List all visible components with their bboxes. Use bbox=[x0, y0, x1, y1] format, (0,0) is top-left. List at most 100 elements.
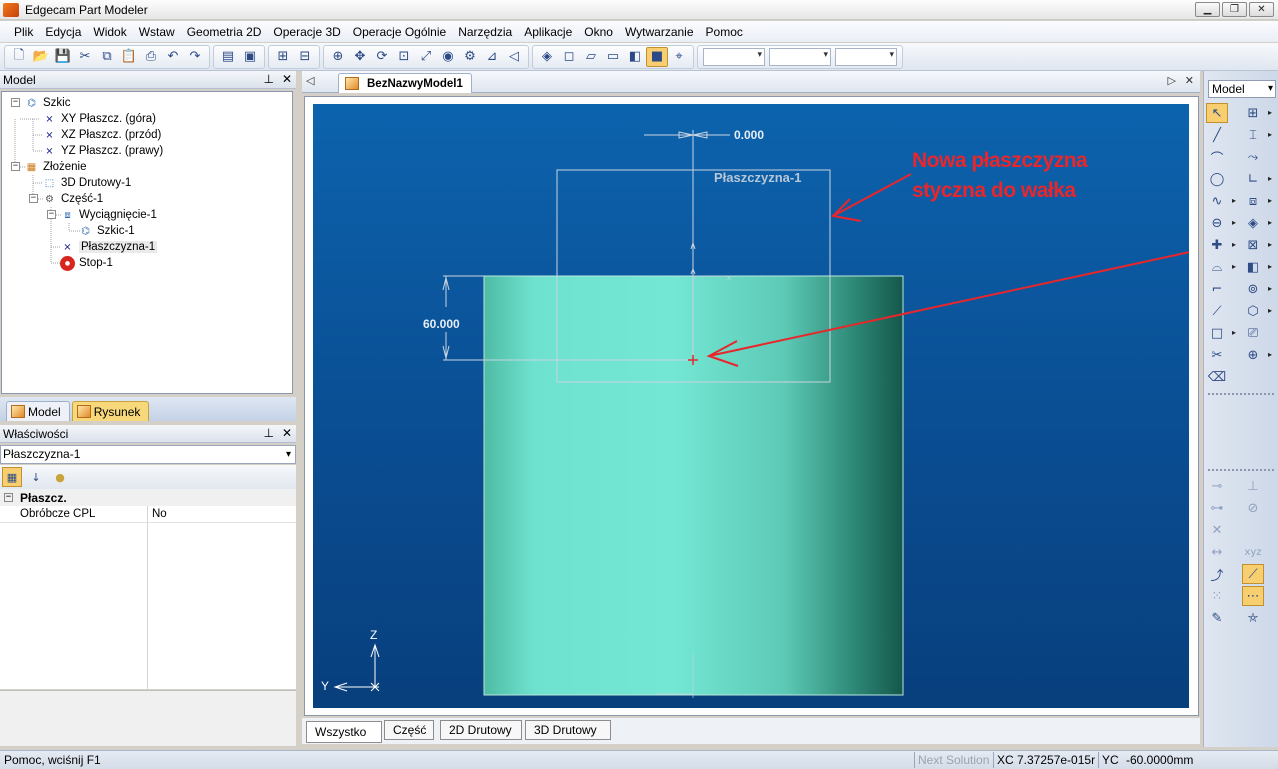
redo-icon[interactable]: ↷ bbox=[184, 47, 206, 67]
spline-icon[interactable]: ∿ ▸ bbox=[1206, 191, 1236, 211]
pin-icon[interactable]: ⊥ bbox=[263, 72, 273, 86]
tree-item-xz-plane[interactable]: ⨯ XZ Płaszcz. (przód) bbox=[42, 127, 161, 143]
property-category[interactable]: − Płaszcz. bbox=[0, 489, 296, 506]
feature-icon[interactable]: ⊞ bbox=[272, 47, 294, 67]
tree-item-yz-plane[interactable]: ⨯ YZ Płaszcz. (prawy) bbox=[42, 143, 163, 159]
tab-2d-drutowy[interactable]: 2D Drutowy bbox=[440, 720, 522, 740]
render-icon[interactable]: ◉ bbox=[437, 47, 459, 67]
menu-plik[interactable]: Plik bbox=[8, 25, 39, 39]
menu-operacje-ogolnie[interactable]: Operacje Ogólnie bbox=[347, 25, 452, 39]
dynamic-icon[interactable]: ⚙ bbox=[459, 47, 481, 67]
print-icon[interactable]: ⎙ bbox=[140, 47, 162, 67]
expander-wyciagniecie[interactable]: − bbox=[47, 210, 56, 219]
snap-grid-icon[interactable]: ⊞ ▸ bbox=[1242, 103, 1272, 123]
tab-document[interactable]: BezNazwyModel1 bbox=[338, 73, 472, 93]
undo-icon[interactable]: ↶ bbox=[162, 47, 184, 67]
circle-icon[interactable]: ◯ bbox=[1206, 169, 1228, 189]
tab-wszystko[interactable]: Wszystko bbox=[306, 721, 382, 743]
layer-combo[interactable] bbox=[703, 47, 765, 66]
constraint-horizontal-icon[interactable]: ⊸ bbox=[1206, 476, 1228, 496]
property-pages-icon[interactable]: ● bbox=[50, 467, 70, 487]
extrude-icon[interactable]: ⧈ ▸ bbox=[1242, 191, 1272, 211]
fillet-icon[interactable]: ⌐ bbox=[1206, 279, 1228, 299]
isometric-view-icon[interactable]: ◈ bbox=[536, 47, 558, 67]
top-view-icon[interactable]: ▱ bbox=[580, 47, 602, 67]
collapse-icon[interactable]: − bbox=[4, 493, 13, 502]
pin-icon[interactable]: ⊥ bbox=[263, 426, 273, 440]
previous-view-icon[interactable]: ◁ bbox=[503, 47, 525, 67]
tree-item-plaszczyzna-1[interactable]: ⨯ Płaszczyzna-1 bbox=[60, 239, 158, 255]
constraint-xyz-icon[interactable]: xyz bbox=[1242, 542, 1264, 562]
constraint-coincident-icon[interactable]: ⊶ bbox=[1206, 498, 1228, 518]
paste-icon[interactable]: 📋 bbox=[118, 47, 140, 67]
scroll-right-icon[interactable]: ▷ bbox=[1168, 74, 1176, 87]
menu-geometria-2d[interactable]: Geometria 2D bbox=[181, 25, 268, 39]
cut-icon[interactable]: ✂ bbox=[74, 47, 96, 67]
menu-edycja[interactable]: Edycja bbox=[39, 25, 87, 39]
close-panel-icon[interactable]: ✕ bbox=[282, 72, 292, 86]
zoom-window-icon[interactable]: ⊡ bbox=[393, 47, 415, 67]
property-row[interactable]: Obróbcze CPL No bbox=[0, 506, 296, 523]
copy-icon[interactable]: ⧉ bbox=[96, 47, 118, 67]
rectangle-icon[interactable]: □ ▸ bbox=[1206, 323, 1236, 343]
expander-szkic[interactable]: − bbox=[11, 98, 20, 107]
close-panel-icon[interactable]: ✕ bbox=[282, 426, 292, 440]
trim-icon[interactable]: ✂ bbox=[1206, 345, 1228, 365]
save-icon[interactable]: 💾 bbox=[52, 47, 74, 67]
tab-rysunek[interactable]: Rysunek bbox=[71, 401, 150, 421]
boolean-icon[interactable]: ⊕ ▸ bbox=[1242, 345, 1272, 365]
alphabetical-sort-icon[interactable]: ↓ bbox=[26, 467, 46, 487]
menu-pomoc[interactable]: Pomoc bbox=[700, 25, 749, 39]
ellipse-icon[interactable]: ⊖ ▸ bbox=[1206, 213, 1236, 233]
new-file-icon[interactable]: 🗋 bbox=[8, 47, 30, 67]
mode-combo[interactable]: Model bbox=[1208, 80, 1276, 98]
constraint-link-icon[interactable]: ⤴ bbox=[1206, 564, 1228, 584]
sketch-2-icon[interactable]: ⎚ bbox=[1242, 323, 1264, 343]
menu-operacje-3d[interactable]: Operacje 3D bbox=[267, 25, 346, 39]
menu-narzedzia[interactable]: Narzędzia bbox=[452, 25, 518, 39]
constraint-fix-icon[interactable]: ✕ bbox=[1206, 520, 1228, 540]
close-button[interactable]: ✕ bbox=[1249, 2, 1274, 17]
tree-item-szkic[interactable]: ⌬ Szkic bbox=[24, 95, 70, 111]
measure-icon[interactable]: ⊿ bbox=[481, 47, 503, 67]
hole-icon[interactable]: ◧ ▸ bbox=[1242, 257, 1272, 277]
menu-wytwarzanie[interactable]: Wytwarzanie bbox=[619, 25, 700, 39]
restore-button[interactable]: ❐ bbox=[1222, 2, 1247, 17]
tab-3d-drutowy[interactable]: 3D Drutowy bbox=[525, 720, 611, 740]
scroll-left-icon[interactable]: ◁ bbox=[306, 74, 314, 87]
tab-model[interactable]: Model bbox=[6, 401, 70, 421]
chamfer-icon[interactable]: ⟋ bbox=[1206, 301, 1228, 321]
open-folder-icon[interactable]: 📂 bbox=[30, 47, 52, 67]
tree-item-zlozenie[interactable]: ▦ Złożenie bbox=[24, 159, 87, 175]
expander-czesc[interactable]: − bbox=[29, 194, 38, 203]
constraint-distance-icon[interactable]: ↔ bbox=[1206, 542, 1228, 562]
eraser-icon[interactable]: ⌫ bbox=[1206, 367, 1228, 387]
offset-icon[interactable]: ⌓ ▸ bbox=[1206, 257, 1236, 277]
revolve-icon[interactable]: ◈ ▸ bbox=[1242, 213, 1272, 233]
axis-icon[interactable]: ∟ ▸ bbox=[1242, 169, 1272, 189]
zoom-icon[interactable]: ⊕ bbox=[327, 47, 349, 67]
solid-view-icon[interactable]: ■ bbox=[646, 46, 668, 67]
pattern-icon[interactable]: ⊠ ▸ bbox=[1242, 235, 1272, 255]
properties-object-select[interactable]: Płaszczyzna-1 bbox=[0, 445, 296, 464]
tree-item-xy-plane[interactable]: ⨯ XY Płaszcz. (góra) bbox=[42, 111, 156, 127]
categorized-icon[interactable]: ▦ bbox=[2, 467, 22, 487]
shaded-view-icon[interactable]: ◧ bbox=[624, 47, 646, 67]
constraint-perpendicular-icon[interactable]: ⊥ bbox=[1242, 476, 1264, 496]
3d-viewport[interactable]: x 0.000 60.000 Płaszczyzna-1 Nowa płaszc… bbox=[313, 104, 1189, 708]
image-icon[interactable]: ▣ bbox=[239, 47, 261, 67]
pan-icon[interactable]: ✥ bbox=[349, 47, 371, 67]
tab-czesc[interactable]: Część bbox=[384, 720, 434, 740]
draft-icon[interactable]: ⬡ ▸ bbox=[1242, 301, 1272, 321]
close-document-icon[interactable]: ✕ bbox=[1185, 74, 1194, 87]
zoom-extents-icon[interactable]: ⤢ bbox=[415, 47, 437, 67]
shell-icon[interactable]: ⊚ ▸ bbox=[1242, 279, 1272, 299]
constraint-edit-icon[interactable]: ✎ bbox=[1206, 608, 1228, 628]
constraint-tangent-icon[interactable]: ⊘ bbox=[1242, 498, 1264, 518]
menu-wstaw[interactable]: Wstaw bbox=[133, 25, 181, 39]
tree-item-czesc[interactable]: ⚙ Część-1 bbox=[42, 191, 103, 207]
constraint-dim-icon[interactable]: ⋯ bbox=[1242, 586, 1264, 606]
style-combo[interactable] bbox=[835, 47, 897, 66]
line-icon[interactable]: ╱ bbox=[1206, 125, 1228, 145]
select-arrow-icon[interactable]: ↖ bbox=[1206, 103, 1228, 123]
